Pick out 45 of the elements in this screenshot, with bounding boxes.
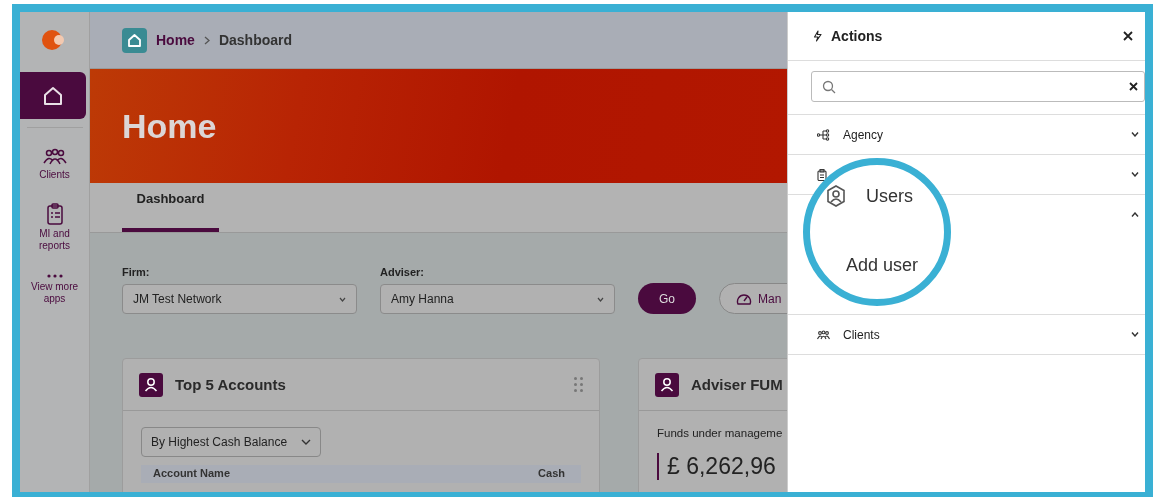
nav-item[interactable]: View more apps [23,274,86,305]
sort-dropdown[interactable]: By Highest Cash Balance [141,427,321,457]
chevron-icon [203,35,210,45]
select-field[interactable]: JM Test Network [122,284,357,314]
nav-item[interactable]: Clients [23,148,86,181]
breadcrumb-link[interactable]: Home [156,32,195,48]
lightning-icon [813,30,822,42]
people-icon [817,329,830,340]
card-title: Adviser FUM [691,376,783,393]
dashboard-button[interactable]: Man [719,283,787,314]
clipboard-icon [817,168,827,181]
field-label: Firm: [122,266,151,278]
tab[interactable]: Dashboard [122,182,219,232]
user-tile-icon [139,372,163,397]
home-nav-item[interactable] [20,72,86,119]
caret-icon [597,296,604,302]
card-subtitle: Funds under manageme [657,427,784,439]
hierarchy-icon [817,128,830,141]
add-user-link[interactable]: Add user [846,255,944,276]
user-tile-icon [655,372,679,397]
caret-icon [339,296,346,302]
people-icon [42,148,67,166]
page-title: Home [122,106,217,146]
gauge-icon [736,292,752,305]
section-title: Users [866,185,913,207]
close-button[interactable] [1123,31,1133,41]
card-title: Top 5 Accounts [175,376,286,393]
panel-title: Actions [831,28,883,44]
go-button[interactable]: Go [638,283,696,314]
drag-handle-icon[interactable] [574,377,583,392]
user-badge-icon [826,185,846,207]
search-field[interactable] [811,71,1145,102]
clear-icon[interactable] [1129,82,1138,91]
select-field[interactable]: Amy Hanna [380,284,615,314]
home-icon [42,84,64,107]
breadcrumb-current: Dashboard [218,32,293,48]
more-icon [46,274,63,278]
column-header: Account Name [153,467,231,481]
field-label: Adviser: [380,266,426,278]
clipboard-icon [45,203,64,225]
search-icon [822,79,836,94]
column-header: Cash [538,467,565,481]
nav-item[interactable]: MI and reports [23,203,86,252]
caret-icon [301,439,311,445]
home-tile-icon [122,27,147,53]
